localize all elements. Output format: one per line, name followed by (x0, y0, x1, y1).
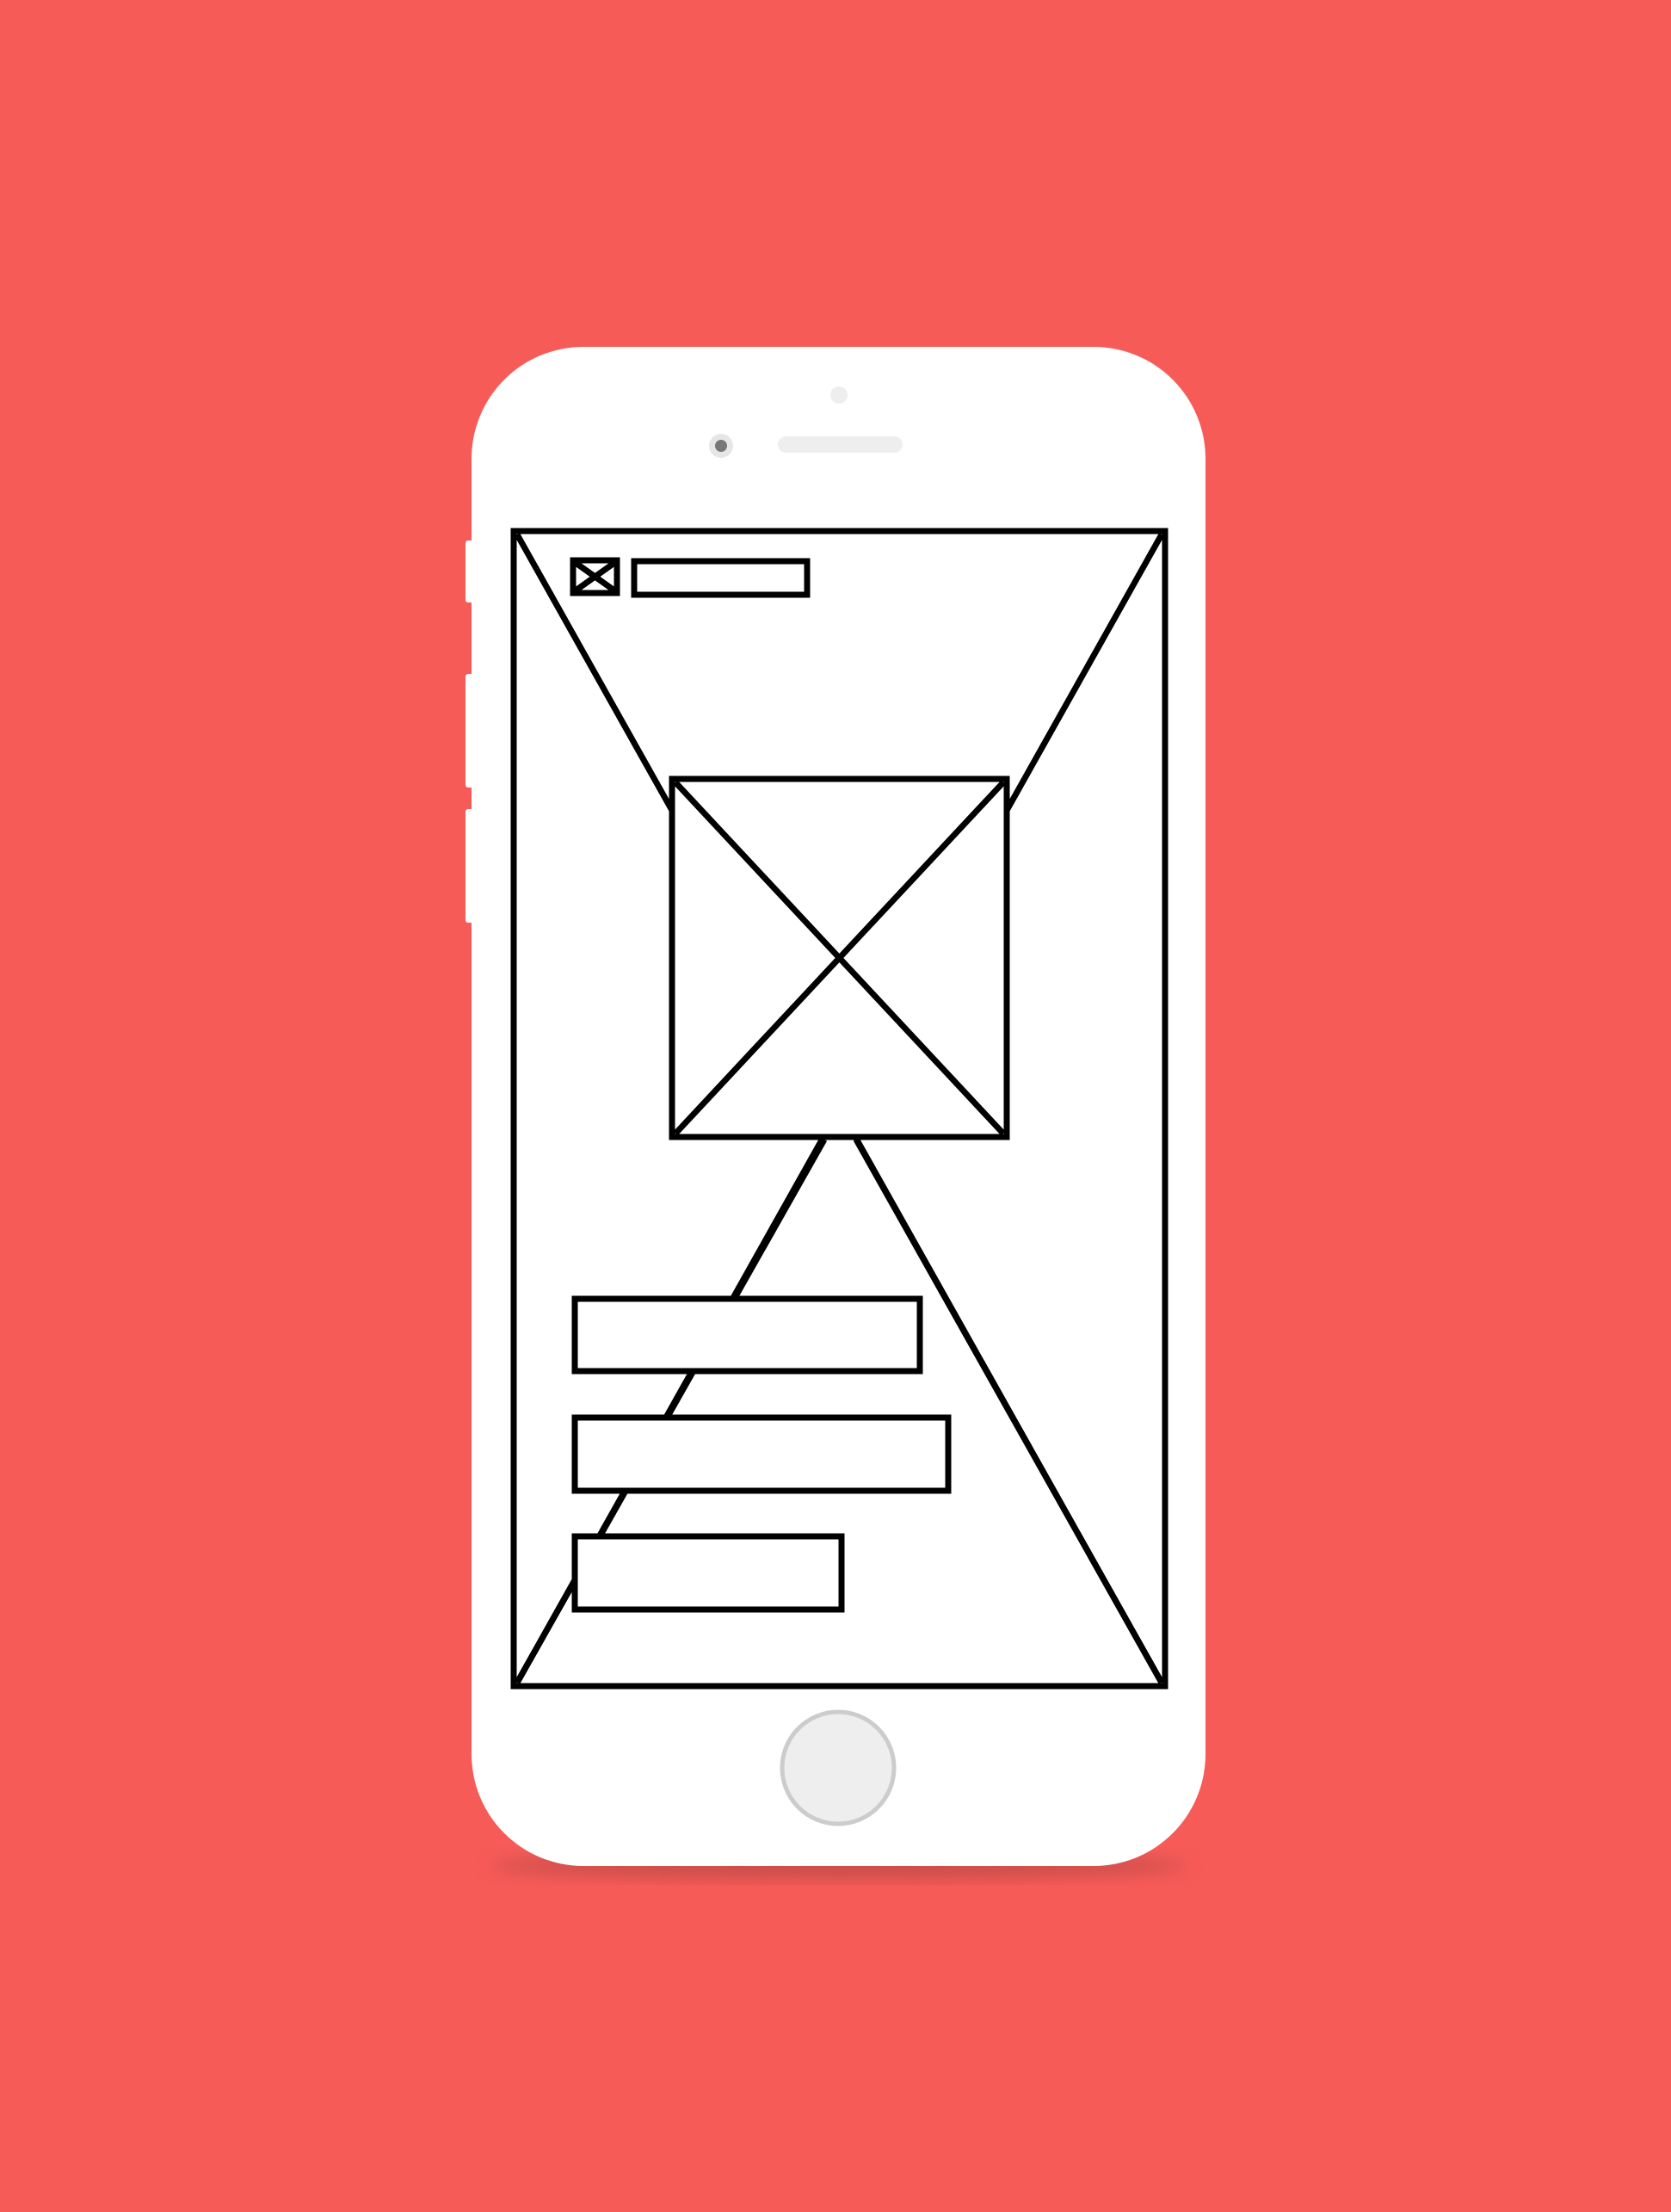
text-line-3 (571, 1533, 845, 1613)
screen-wireframe (510, 528, 1168, 1690)
front-camera-lens (715, 440, 727, 452)
text-line-2 (571, 1414, 952, 1494)
home-button[interactable] (780, 1709, 897, 1826)
image-placeholder-icon (570, 557, 620, 596)
hero-image-placeholder (669, 775, 1010, 1140)
text-line-1 (571, 1295, 923, 1375)
proximity-sensor (830, 386, 848, 404)
title-text-placeholder (631, 558, 811, 598)
phone-wireframe-illustration (0, 0, 1671, 2212)
earpiece-speaker (778, 436, 903, 453)
